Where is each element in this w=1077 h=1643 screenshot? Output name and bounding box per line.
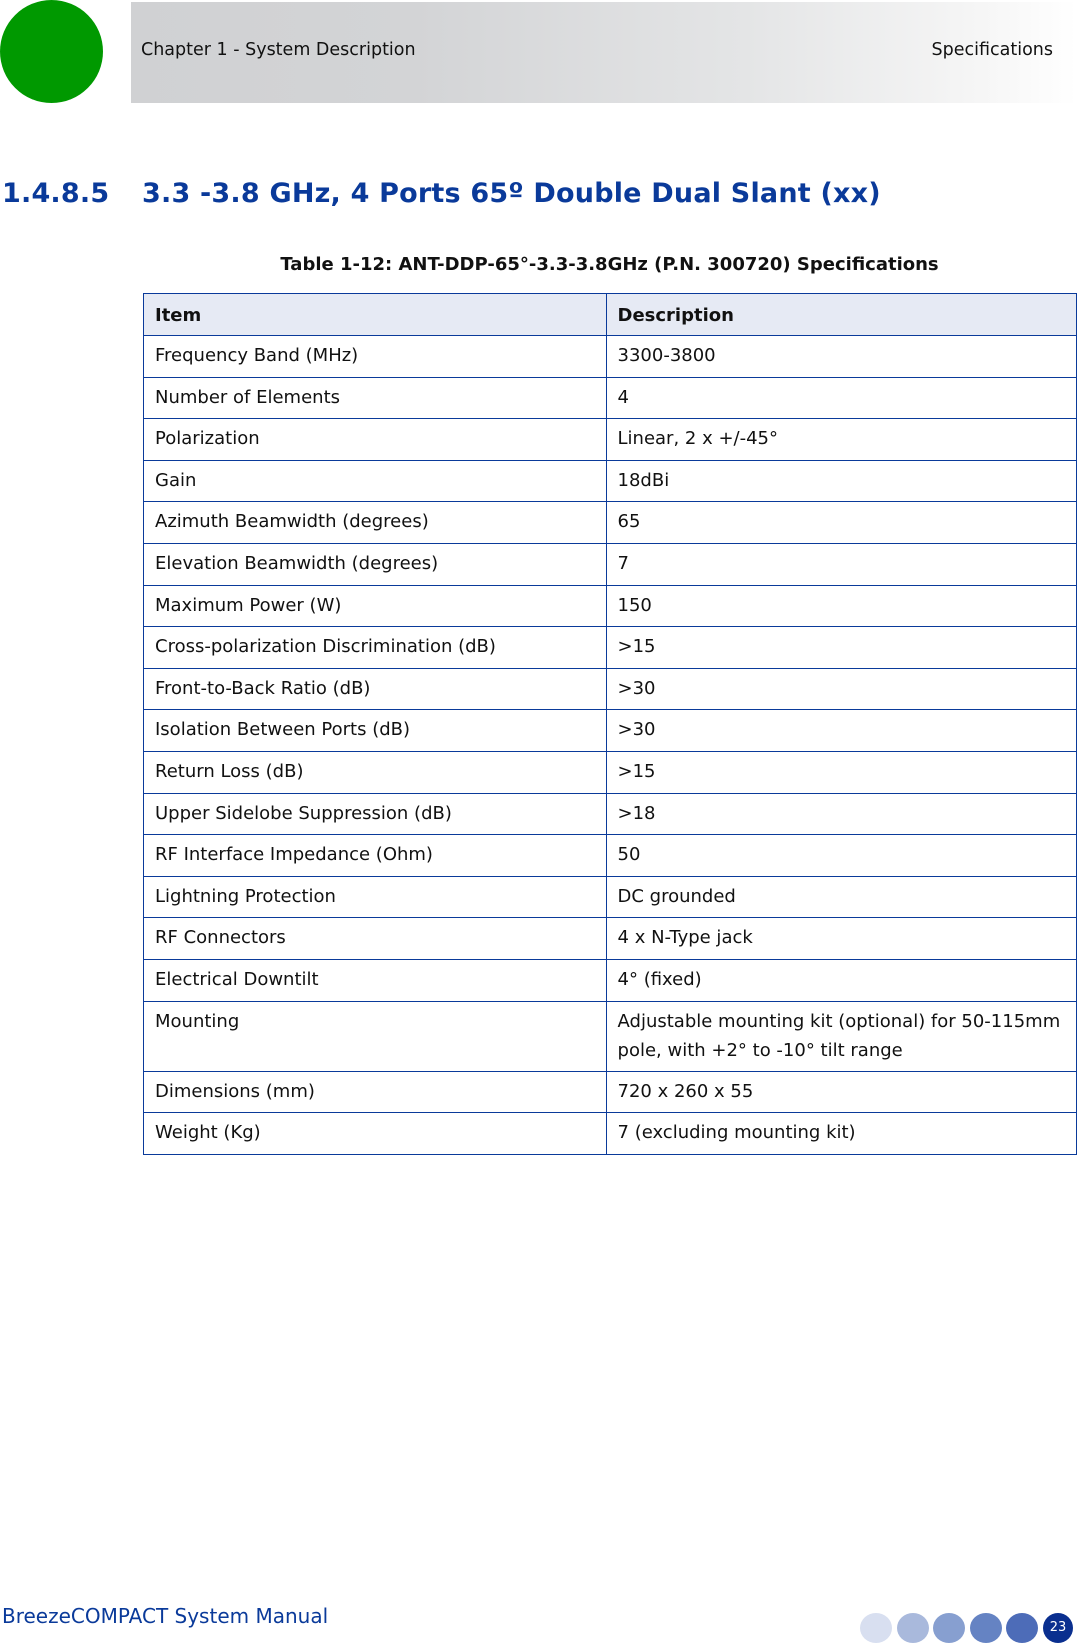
- description-cell: >30: [605, 667, 1077, 711]
- table-row: Frequency Band (MHz) 3300-3800: [143, 335, 1077, 378]
- description-cell: 50: [605, 834, 1077, 877]
- item-cell: Frequency Band (MHz): [143, 335, 607, 378]
- table-header-row: Item Description: [143, 293, 1077, 336]
- item-cell: Azimuth Beamwidth (degrees): [143, 501, 607, 544]
- table-row: Polarization Linear, 2 x +/-45°: [143, 418, 1077, 461]
- table-caption: Table 1-12: ANT-DDP-65°-3.3-3.8GHz (P.N.…: [280, 254, 939, 275]
- item-cell: Cross-polarization Discrimination (dB): [143, 626, 607, 669]
- footer-dot: [897, 1613, 929, 1643]
- item-cell: Gain: [143, 459, 607, 503]
- item-cell: Maximum Power (W): [143, 584, 607, 628]
- table-row: Maximum Power (W) 150: [143, 584, 1077, 628]
- table-row: Dimensions (mm) 720 x 260 x 55: [143, 1070, 1077, 1114]
- footer-dot: [970, 1613, 1002, 1643]
- table-row: Electrical Downtilt 4° (fixed): [143, 958, 1077, 1002]
- description-cell: 4° (fixed): [605, 958, 1077, 1002]
- footer-dot: [1006, 1613, 1038, 1643]
- section-title: 3.3 -3.8 GHz, 4 Ports 65º Double Dual Sl…: [142, 178, 881, 209]
- table-row: Cross-polarization Discrimination (dB) >1…: [143, 626, 1077, 669]
- table-row: Return Loss (dB) >15: [143, 750, 1077, 794]
- description-cell: 4: [605, 376, 1077, 420]
- section-number: 1.4.8.5: [2, 178, 110, 209]
- section-heading: 1.4.8.5 3.3 -3.8 GHz, 4 Ports 65º Double …: [2, 178, 881, 209]
- table-row: Gain 18dBi: [143, 459, 1077, 503]
- item-cell: Number of Elements: [143, 376, 607, 420]
- specifications-table: Item Description Frequency Band (MHz) 330…: [143, 293, 1077, 1155]
- description-cell: Adjustable mounting kit (optional) for 5…: [605, 1000, 1077, 1072]
- item-cell: Isolation Between Ports (dB): [143, 709, 607, 752]
- description-cell: 7: [605, 542, 1077, 586]
- item-cell: Polarization: [143, 418, 607, 461]
- description-cell: 720 x 260 x 55: [605, 1070, 1077, 1114]
- header-section-title: Specifications: [931, 40, 1053, 60]
- column-header-item: Item: [143, 293, 607, 336]
- item-cell: Lightning Protection: [143, 875, 607, 919]
- header-chapter-title: Chapter 1 - System Description: [141, 40, 416, 60]
- table-row: RF Interface Impedance (Ohm) 50: [143, 834, 1077, 877]
- item-cell: Dimensions (mm): [143, 1070, 607, 1114]
- description-cell: >15: [605, 626, 1077, 669]
- table-row: Elevation Beamwidth (degrees) 7: [143, 542, 1077, 586]
- item-cell: Front-to-Back Ratio (dB): [143, 667, 607, 711]
- table-row: Lightning Protection DC grounded: [143, 875, 1077, 919]
- description-cell: 150: [605, 584, 1077, 628]
- table-row: Upper Sidelobe Suppression (dB) >18: [143, 792, 1077, 836]
- description-cell: 3300-3800: [605, 335, 1077, 378]
- description-cell: >15: [605, 750, 1077, 794]
- item-cell: Elevation Beamwidth (degrees): [143, 542, 607, 586]
- item-cell: Return Loss (dB): [143, 750, 607, 794]
- description-cell: >30: [605, 709, 1077, 752]
- column-header-description: Description: [605, 293, 1077, 336]
- table-row: RF Connectors 4 x N-Type jack: [143, 917, 1077, 960]
- description-cell: Linear, 2 x +/-45°: [605, 418, 1077, 461]
- footer-manual-title: BreezeCOMPACT System Manual: [2, 1604, 329, 1628]
- table-row: Front-to-Back Ratio (dB) >30: [143, 667, 1077, 711]
- chapter-marker-circle: [0, 0, 103, 103]
- table-row: Isolation Between Ports (dB) >30: [143, 709, 1077, 752]
- description-cell: 65: [605, 501, 1077, 544]
- item-cell: RF Connectors: [143, 917, 607, 960]
- table-body: Frequency Band (MHz) 3300-3800 Number of E…: [143, 335, 1077, 1155]
- item-cell: Weight (Kg): [143, 1112, 607, 1155]
- description-cell: DC grounded: [605, 875, 1077, 919]
- table-row: Mounting Adjustable mounting kit (optiona…: [143, 1000, 1077, 1072]
- footer-dot: [860, 1613, 892, 1643]
- item-cell: Electrical Downtilt: [143, 958, 607, 1002]
- description-cell: >18: [605, 792, 1077, 836]
- page-number: 23: [1043, 1613, 1073, 1643]
- table-row: Weight (Kg) 7 (excluding mounting kit): [143, 1112, 1077, 1155]
- table-row: Number of Elements 4: [143, 376, 1077, 420]
- item-cell: Upper Sidelobe Suppression (dB): [143, 792, 607, 836]
- item-cell: RF Interface Impedance (Ohm): [143, 834, 607, 877]
- description-cell: 4 x N-Type jack: [605, 917, 1077, 960]
- table-row: Azimuth Beamwidth (degrees) 65: [143, 501, 1077, 544]
- item-cell: Mounting: [143, 1000, 607, 1072]
- description-cell: 7 (excluding mounting kit): [605, 1112, 1077, 1155]
- description-cell: 18dBi: [605, 459, 1077, 503]
- footer-dot: [933, 1613, 965, 1643]
